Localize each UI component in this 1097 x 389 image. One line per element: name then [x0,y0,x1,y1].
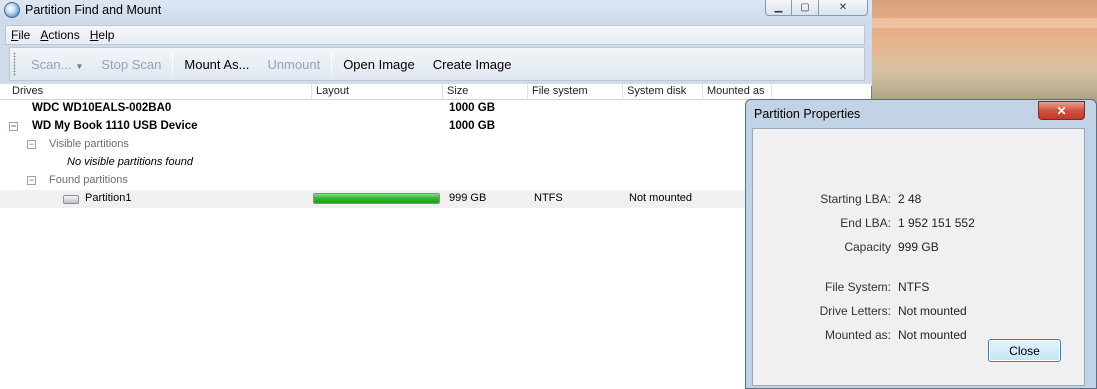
drive-size: 1000 GB [449,120,496,132]
column-header-file-system[interactable]: File system [528,85,588,99]
column-header-layout[interactable]: Layout [312,85,349,99]
menu-file[interactable]: File [6,28,35,42]
window-title: Partition Find and Mount [25,3,162,17]
end-lba-label: End LBA: [840,216,891,230]
capacity-value: 999 GB [898,240,939,254]
close-button[interactable]: Close [988,339,1061,362]
end-lba-value: 1 952 151 552 [898,216,975,230]
table-row: No visible partitions found [0,154,871,172]
minimize-icon: ▁ [774,2,783,13]
dialog-close-x-button[interactable]: ✕ [1038,101,1085,120]
layout-bar-fill [314,194,439,203]
layout-bar [313,193,440,204]
drive-letters-value: Not mounted [898,304,967,318]
create-image-button[interactable]: Create Image [424,57,521,72]
column-header-size[interactable]: Size [443,85,468,99]
partition-system-disk: Not mounted [629,192,692,204]
main-window: Partition Find and Mount ▁ ▢ ✕ File Acti… [0,0,872,389]
table-row[interactable]: WDC WD10EALS-002BA0 1000 GB [0,100,871,118]
disk-icon [63,195,79,204]
table-row[interactable]: − Found partitions [0,172,871,190]
window-close-button[interactable]: ✕ [819,0,868,16]
stop-scan-button[interactable]: Stop Scan [92,57,170,72]
empty-message: No visible partitions found [67,156,193,168]
partition-properties-dialog: Partition Properties ✕ Starting LBA: 2 4… [745,99,1097,389]
dialog-title: Partition Properties [754,107,861,121]
toolbar-separator [331,51,333,77]
window-controls: ▁ ▢ ✕ [765,0,868,16]
toolbar-grip[interactable] [13,52,16,76]
capacity-label: Capacity [844,240,891,254]
menu-help[interactable]: Help [85,28,120,42]
drive-name: WDC WD10EALS-002BA0 [32,102,172,114]
starting-lba-label: Starting LBA: [820,192,891,206]
toolbar-separator [172,51,174,77]
table-header: Drives Layout Size File system System di… [0,84,871,100]
drive-letters-label: Drive Letters: [819,304,891,318]
table-row[interactable]: − Visible partitions [0,136,871,154]
file-system-label: File System: [824,280,891,294]
menu-bar: File Actions Help [5,25,865,45]
file-system-value: NTFS [898,280,930,294]
partition-file-system: NTFS [534,192,563,204]
mounted-as-label: Mounted as: [824,328,891,342]
chevron-down-icon: ▼ [75,61,84,71]
column-divider[interactable] [771,84,772,100]
toolbar: Scan... ▼ Stop Scan Mount As... Unmount O… [9,47,865,81]
maximize-button[interactable]: ▢ [792,0,819,16]
tree-collapse-icon[interactable]: − [27,176,36,185]
maximize-icon: ▢ [800,2,810,13]
app-icon [4,2,20,18]
tree-collapse-icon[interactable]: − [27,140,36,149]
dialog-frame-edge [1086,128,1092,386]
tree-collapse-icon[interactable]: − [9,122,18,131]
starting-lba-value: 2 48 [898,192,922,206]
dialog-body: Starting LBA: 2 48 End LBA: 1 952 151 55… [752,128,1085,386]
close-icon: ✕ [838,2,848,13]
title-bar[interactable]: Partition Find and Mount ▁ ▢ ✕ [0,0,872,20]
table-row[interactable]: − WD My Book 1110 USB Device 1000 GB [0,118,871,136]
drive-name: WD My Book 1110 USB Device [32,120,198,132]
drive-size: 1000 GB [449,102,496,114]
minimize-button[interactable]: ▁ [765,0,792,16]
unmount-button[interactable]: Unmount [258,57,329,72]
menu-actions[interactable]: Actions [35,28,84,42]
close-icon: ✕ [1056,103,1067,118]
desktop-sky [872,18,1097,28]
open-image-button[interactable]: Open Image [334,57,424,72]
mounted-as-value: Not mounted [898,328,967,342]
column-header-drives[interactable]: Drives [8,85,43,99]
scan-button[interactable]: Scan... ▼ [22,57,92,72]
column-header-system-disk[interactable]: System disk [623,85,686,99]
table-row-partition1[interactable]: Partition1 999 GB NTFS Not mounted [0,190,871,208]
mount-as-button[interactable]: Mount As... [175,57,258,72]
group-label: Visible partitions [49,138,129,150]
group-label: Found partitions [49,174,128,186]
column-header-mounted-as[interactable]: Mounted as [703,85,764,99]
partition-size: 999 GB [449,192,487,204]
partition-name: Partition1 [85,192,132,204]
